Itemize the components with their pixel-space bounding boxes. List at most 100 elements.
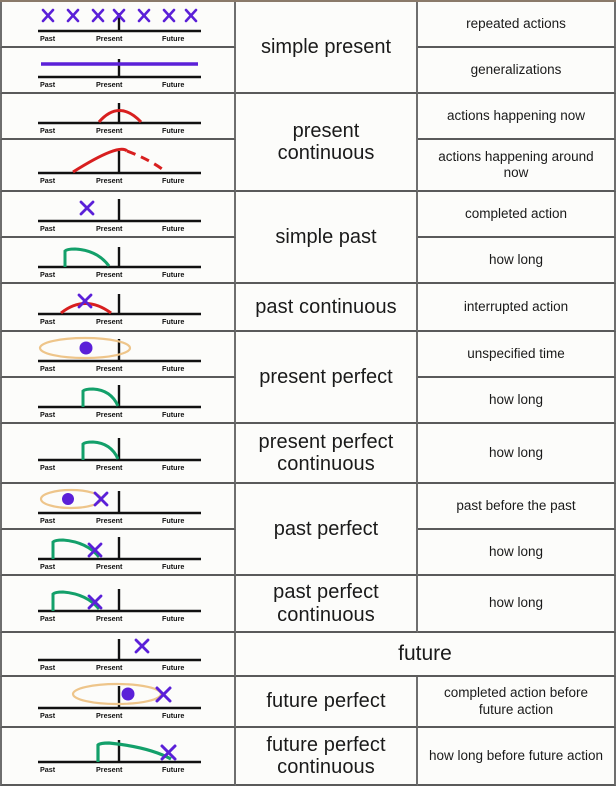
table-row: Past Present Future future	[0, 633, 616, 677]
tense-cell-simple-past: simple past	[236, 192, 418, 284]
tense-label-line1: future perfect	[266, 733, 386, 756]
table-row: Past Present Future past perfect continu…	[0, 576, 616, 633]
timeline-label-future: Future	[162, 270, 184, 279]
timeline-label-past: Past	[40, 765, 56, 774]
tense-label-line2: continuous	[277, 142, 375, 164]
table-row: Past Present Future present perfect cont…	[0, 424, 616, 484]
timeline-diagram-tan-oval-dot-present-x-future: Past Present Future	[38, 682, 201, 720]
timeline-cell-how-long-present-perfect: Past Present Future	[0, 378, 236, 424]
timeline-diagram-green-bracket-past: Past Present Future	[38, 247, 201, 279]
timeline-label-future: Future	[162, 224, 184, 233]
tense-label-line2: continuous	[277, 603, 375, 626]
use-cell-how-long-simple-past: how long	[418, 238, 616, 284]
timeline-label-past: Past	[40, 711, 56, 720]
timeline-label-future: Future	[162, 80, 184, 89]
timeline-label-present: Present	[96, 176, 123, 185]
timeline-label-future: Future	[162, 34, 184, 43]
timeline-label-past: Past	[40, 34, 56, 43]
timeline-label-past: Past	[40, 317, 56, 326]
use-cell-how-long-present-perfect: how long	[418, 378, 616, 424]
timeline-cell-how-long-ppc: Past Present Future	[0, 424, 236, 484]
timeline-cell-interrupted-action: Past Present Future	[0, 284, 236, 332]
timeline-label-present: Present	[96, 410, 123, 419]
timeline-label-present: Present	[96, 711, 123, 720]
use-cell-interrupted-action: interrupted action	[418, 284, 616, 332]
use-cell-unspecified-time: unspecified time	[418, 332, 616, 378]
timeline-label-present: Present	[96, 663, 123, 672]
timeline-label-future: Future	[162, 176, 184, 185]
timeline-label-past: Past	[40, 516, 56, 525]
timeline-cell-actions-around-now: Past Present Future	[0, 140, 236, 192]
timeline-label-future: Future	[162, 126, 184, 135]
timeline-label-future: Future	[162, 663, 184, 672]
timeline-cell-actions-now: Past Present Future	[0, 94, 236, 140]
use-cell-completed-action: completed action	[418, 192, 616, 238]
tense-cell-future: future	[236, 633, 616, 677]
timeline-label-past: Past	[40, 126, 56, 135]
timeline-cell-future-perfect: Past Present Future	[0, 677, 236, 728]
timeline-label-future: Future	[162, 711, 184, 720]
timeline-label-future: Future	[162, 562, 184, 571]
timeline-cell-how-long-simple-past: Past Present Future	[0, 238, 236, 284]
timeline-label-present: Present	[96, 80, 123, 89]
tense-cell-past-perfect-continuous: past perfect continuous	[236, 576, 418, 633]
timeline-label-past: Past	[40, 364, 56, 373]
timeline-diagram-red-arc-wide-dashed: Past Present Future	[38, 147, 201, 185]
tense-label-line1: past perfect	[273, 581, 379, 604]
timeline-label-past: Past	[40, 614, 56, 623]
table-row: Past Present Future past continuous inte…	[0, 284, 616, 332]
table-row: Past Present Future future perfect compl…	[0, 677, 616, 728]
timeline-label-past: Past	[40, 224, 56, 233]
use-cell-how-long-before-future: how long before future action	[418, 728, 616, 786]
timeline-label-present: Present	[96, 364, 123, 373]
timeline-label-present: Present	[96, 463, 123, 472]
timeline-cell-how-long-ppfc: Past Present Future	[0, 576, 236, 633]
timeline-label-future: Future	[162, 364, 184, 373]
timeline-label-future: Future	[162, 516, 184, 525]
timeline-label-present: Present	[96, 765, 123, 774]
timeline-label-past: Past	[40, 80, 56, 89]
use-cell-generalizations: generalizations	[418, 48, 616, 94]
tense-cell-present-perfect-continuous: present perfect continuous	[236, 424, 418, 484]
timeline-cell-generalizations: Past Present Future	[0, 48, 236, 94]
timeline-diagram-green-bracket-present-to-future-x: Past Present Future	[38, 740, 201, 774]
timeline-label-past: Past	[40, 270, 56, 279]
tense-cell-future-perfect: future perfect	[236, 677, 418, 728]
use-cell-how-long-past-perfect: how long	[418, 530, 616, 576]
timeline-diagram-green-bracket-ending-at-x: Past Present Future	[38, 537, 201, 571]
timeline-diagram-green-bracket-to-present: Past Present Future	[38, 385, 201, 419]
timeline-label-present: Present	[96, 126, 123, 135]
use-cell-actions-now: actions happening now	[418, 94, 616, 140]
timeline-diagram-red-arc-past-with-x: Past Present Future	[38, 293, 201, 326]
tense-label-line2: continuous	[277, 453, 375, 475]
timeline-cell-past-before-past: Past Present Future	[0, 484, 236, 530]
timeline-cell-completed-action: Past Present Future	[0, 192, 236, 238]
timeline-diagram-green-bracket-ending-at-x-2: Past Present Future	[38, 588, 201, 623]
timeline-label-present: Present	[96, 317, 123, 326]
tense-cell-present-perfect: present perfect	[236, 332, 418, 424]
timeline-label-past: Past	[40, 176, 56, 185]
timeline-diagram-tan-oval-dot-past: Past Present Future	[38, 336, 201, 373]
timeline-diagram-red-arc-narrow: Past Present Future	[38, 103, 201, 135]
timeline-label-past: Past	[40, 410, 56, 419]
tense-label-line1: present perfect	[258, 430, 394, 453]
timeline-label-past: Past	[40, 463, 56, 472]
timeline-diagram-x-in-past: Past Present Future	[38, 199, 201, 233]
timeline-label-future: Future	[162, 317, 184, 326]
timeline-cell-repeated-actions: Past Present Future	[0, 2, 236, 48]
tense-label-line2: continuous	[277, 756, 375, 778]
verb-tense-table: Past Present Future repeated actions Pas…	[0, 0, 616, 786]
tense-cell-present-continuous: present continuous	[236, 94, 418, 192]
timeline-label-present: Present	[96, 34, 123, 43]
timeline-label-future: Future	[162, 614, 184, 623]
timeline-label-present: Present	[96, 516, 123, 525]
table-row: Past Present Future future perfect conti…	[0, 728, 616, 786]
use-cell-how-long-ppc: how long	[418, 424, 616, 484]
timeline-cell-unspecified-time: Past Present Future	[0, 332, 236, 378]
timeline-label-present: Present	[96, 614, 123, 623]
timeline-label-future: Future	[162, 765, 184, 774]
use-cell-past-before-past: past before the past	[418, 484, 616, 530]
timeline-label-past: Past	[40, 663, 56, 672]
timeline-cell-future: Past Present Future	[0, 633, 236, 677]
timeline-label-present: Present	[96, 270, 123, 279]
